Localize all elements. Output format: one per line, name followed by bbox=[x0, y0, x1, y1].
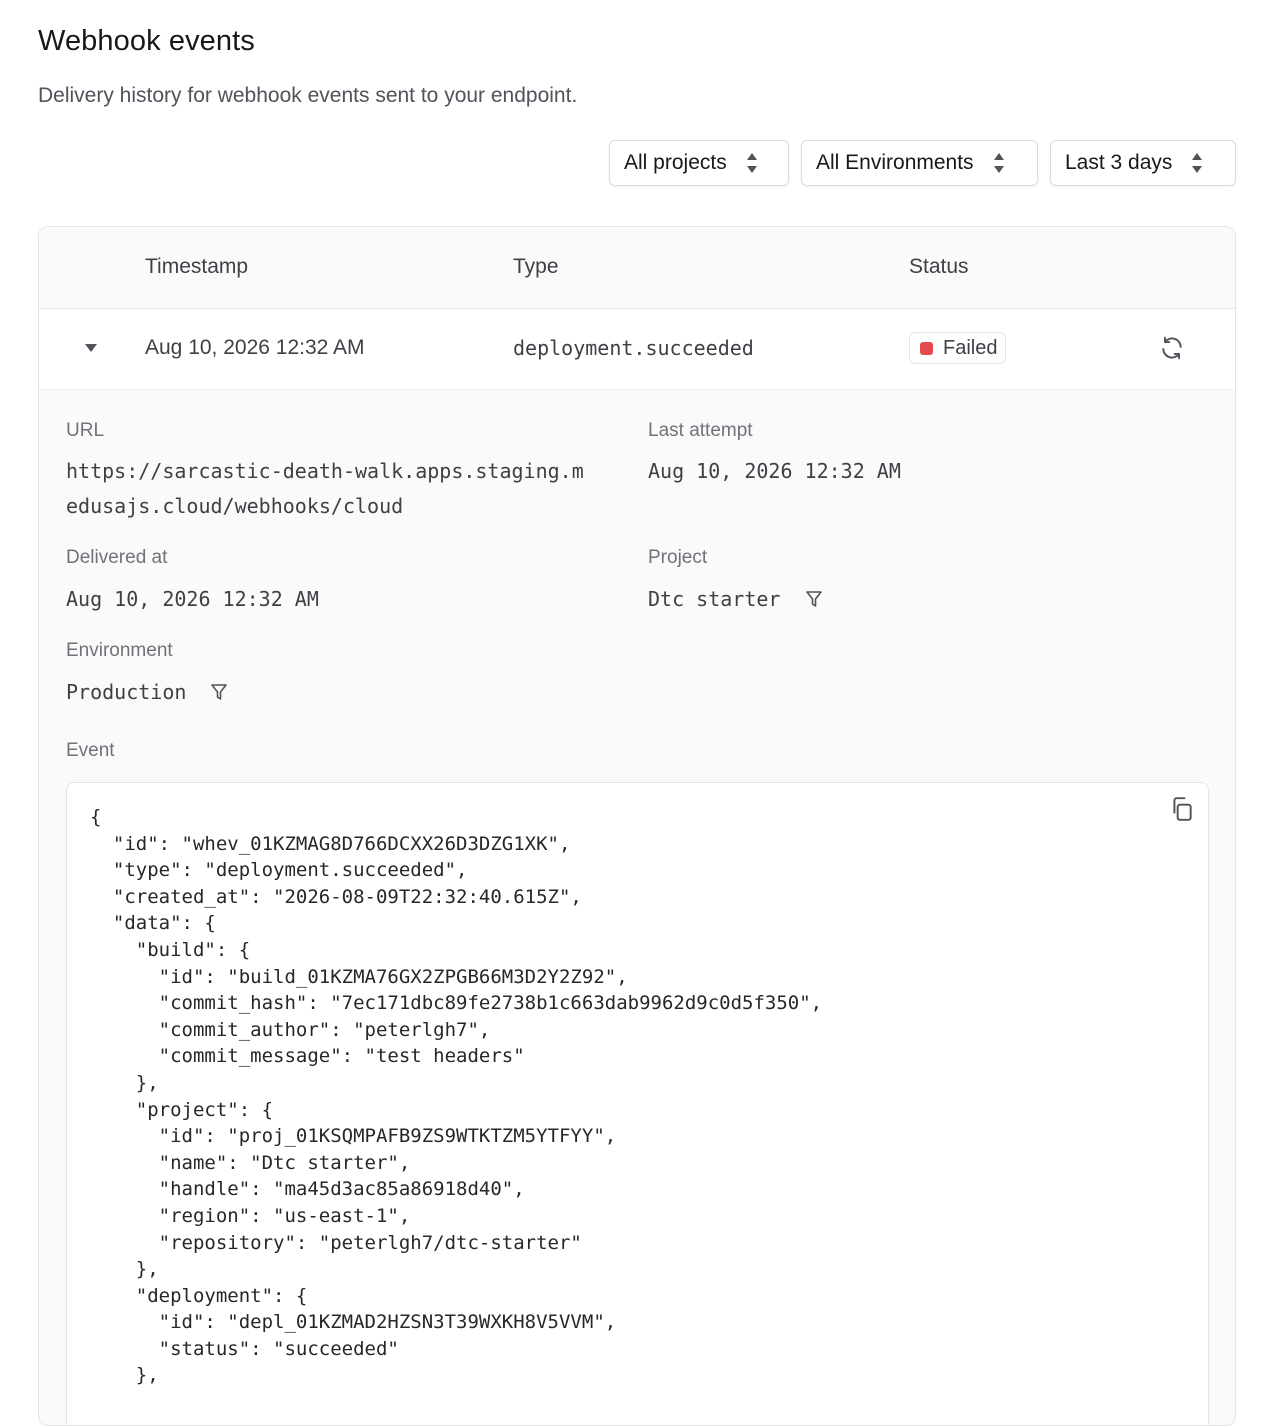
filter-icon[interactable] bbox=[805, 590, 823, 608]
date-range-select-value: Last 3 days bbox=[1065, 151, 1173, 174]
table-row[interactable]: Aug 10, 2026 12:32 AM deployment.succeed… bbox=[39, 309, 1235, 390]
environment-select[interactable]: All Environments bbox=[801, 140, 1038, 186]
status-dot bbox=[920, 341, 933, 355]
project-value: Dtc starter bbox=[648, 582, 823, 617]
url-line-1: https://sarcastic-death-walk.apps.stagin… bbox=[66, 459, 584, 483]
column-header-status: Status bbox=[909, 255, 969, 278]
status-label: Failed bbox=[943, 336, 998, 359]
status-badge: Failed bbox=[909, 332, 1007, 364]
environment-label: Environment bbox=[66, 640, 173, 661]
caret-down-icon[interactable] bbox=[84, 342, 98, 354]
column-header-timestamp: Timestamp bbox=[145, 255, 249, 278]
event-json-viewer: { "id": "whev_01KZMAG8D766DCXX26D3DZG1XK… bbox=[66, 782, 1209, 1425]
events-table: Timestamp Type Status Aug 10, 2026 12:32… bbox=[38, 226, 1236, 1426]
refresh-icon[interactable] bbox=[1159, 335, 1185, 361]
environment-select-value: All Environments bbox=[816, 151, 974, 174]
event-json: { "id": "whev_01KZMAG8D766DCXX26D3DZG1XK… bbox=[90, 806, 823, 1387]
last-attempt-label: Last attempt bbox=[648, 420, 753, 441]
project-label: Project bbox=[648, 547, 708, 568]
filter-bar: All projects All Environments Last 3 day… bbox=[609, 140, 1236, 186]
chevron-up-down-icon bbox=[746, 153, 757, 173]
project-select[interactable]: All projects bbox=[609, 140, 789, 186]
event-label: Event bbox=[66, 740, 115, 761]
delivered-label: Delivered at bbox=[66, 547, 168, 568]
date-range-select[interactable]: Last 3 days bbox=[1050, 140, 1236, 186]
chevron-up-down-icon bbox=[993, 153, 1004, 173]
row-timestamp: Aug 10, 2026 12:32 AM bbox=[145, 336, 365, 359]
environment-name: Production bbox=[66, 680, 187, 704]
url-line-2: edusajs.cloud/webhooks/cloud bbox=[66, 494, 404, 518]
project-name: Dtc starter bbox=[648, 587, 781, 611]
url-label: URL bbox=[66, 420, 105, 441]
environment-value: Production bbox=[66, 675, 228, 710]
delivered-value: Aug 10, 2026 12:32 AM bbox=[66, 587, 319, 611]
column-header-type: Type bbox=[513, 255, 559, 278]
project-select-value: All projects bbox=[624, 151, 727, 174]
page-subtitle: Delivery history for webhook events sent… bbox=[38, 84, 578, 107]
chevron-up-down-icon bbox=[1192, 153, 1203, 173]
table-header: Timestamp Type Status bbox=[39, 227, 1235, 309]
copy-icon[interactable] bbox=[1169, 796, 1195, 822]
page-title: Webhook events bbox=[38, 25, 255, 57]
filter-icon[interactable] bbox=[210, 683, 228, 701]
row-type: deployment.succeeded bbox=[513, 336, 754, 360]
url-value: https://sarcastic-death-walk.apps.stagin… bbox=[66, 454, 584, 524]
last-attempt-value: Aug 10, 2026 12:32 AM bbox=[648, 459, 901, 483]
